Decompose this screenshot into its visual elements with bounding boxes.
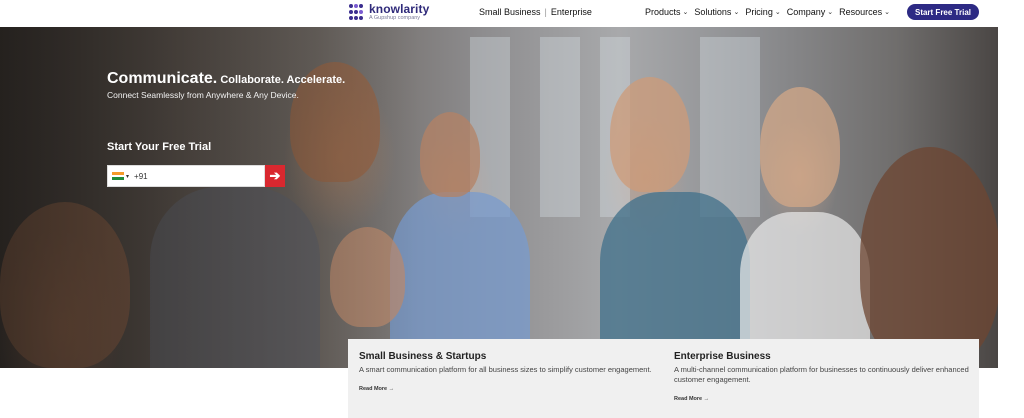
hero-photo-figure — [860, 147, 998, 368]
business-segment-switcher: Small Business | Enterprise — [479, 7, 592, 17]
phone-input[interactable] — [134, 171, 255, 181]
logo-icon — [349, 4, 365, 20]
arrow-right-icon: ➔ — [269, 168, 281, 183]
trial-form-title: Start Your Free Trial — [107, 141, 212, 153]
card-description: A smart communication platform for all b… — [359, 365, 652, 374]
read-more-link[interactable]: Read More → — [359, 386, 394, 392]
hero-photo-figure — [610, 77, 690, 192]
card-enterprise: Enterprise Business A multi-channel comm… — [663, 339, 978, 418]
background-window — [540, 37, 580, 217]
business-cards: Small Business & Startups A smart commun… — [348, 339, 979, 418]
nav-products-label: Products — [645, 7, 681, 17]
header: knowlarity A Gupshup company Small Busin… — [0, 0, 1024, 27]
segment-enterprise[interactable]: Enterprise — [551, 7, 592, 17]
chevron-down-icon: ⌄ — [827, 9, 834, 16]
nav-pricing-label: Pricing — [745, 7, 773, 17]
card-small-business: Small Business & Startups A smart commun… — [348, 339, 663, 418]
hero-photo-figure — [420, 112, 480, 197]
card-title: Enterprise Business — [674, 351, 771, 362]
phone-form: ▾ ➔ — [107, 165, 285, 187]
card-title: Small Business & Startups — [359, 351, 487, 362]
card-description: A multi-channel communication platform f… — [674, 365, 969, 384]
chevron-down-icon: ⌄ — [774, 9, 781, 16]
background-window — [470, 37, 510, 217]
nav-pricing[interactable]: Pricing ⌄ — [745, 7, 780, 17]
hero-photo-figure — [760, 87, 840, 207]
phone-field[interactable]: ▾ — [107, 165, 265, 187]
chevron-down-icon[interactable]: ▾ — [126, 173, 129, 180]
chevron-down-icon: ⌄ — [682, 9, 689, 16]
india-flag-icon[interactable] — [112, 172, 124, 181]
read-more-link[interactable]: Read More → — [674, 396, 709, 402]
start-free-trial-button[interactable]: Start Free Trial — [907, 4, 979, 20]
nav-resources[interactable]: Resources ⌄ — [839, 7, 890, 17]
background-window — [700, 37, 760, 217]
chevron-down-icon: ⌄ — [733, 9, 740, 16]
page: knowlarity A Gupshup company Small Busin… — [0, 0, 1024, 418]
nav-company[interactable]: Company ⌄ — [787, 7, 833, 17]
chevron-down-icon: ⌄ — [884, 9, 891, 16]
segment-divider: | — [544, 7, 547, 17]
hero-headline-big: Communicate. — [107, 70, 218, 87]
logo-name: knowlarity — [369, 2, 430, 16]
main-nav: Products ⌄ Solutions ⌄ Pricing ⌄ Company… — [645, 7, 890, 17]
hero-subline: Connect Seamlessly from Anywhere & Any D… — [107, 90, 299, 100]
hero-headline: Communicate. Collaborate. Accelerate. — [107, 70, 345, 88]
logo-subtitle: A Gupshup company — [369, 15, 421, 21]
nav-resources-label: Resources — [839, 7, 883, 17]
submit-phone-button[interactable]: ➔ — [265, 165, 285, 187]
nav-company-label: Company — [786, 7, 826, 17]
segment-small-business[interactable]: Small Business — [479, 7, 541, 17]
nav-products[interactable]: Products ⌄ — [645, 7, 688, 17]
hero-headline-rest: Collaborate. Accelerate. — [220, 74, 346, 86]
nav-solutions-label: Solutions — [694, 7, 732, 17]
nav-solutions[interactable]: Solutions ⌄ — [694, 7, 739, 17]
logo[interactable]: knowlarity A Gupshup company — [349, 3, 429, 22]
